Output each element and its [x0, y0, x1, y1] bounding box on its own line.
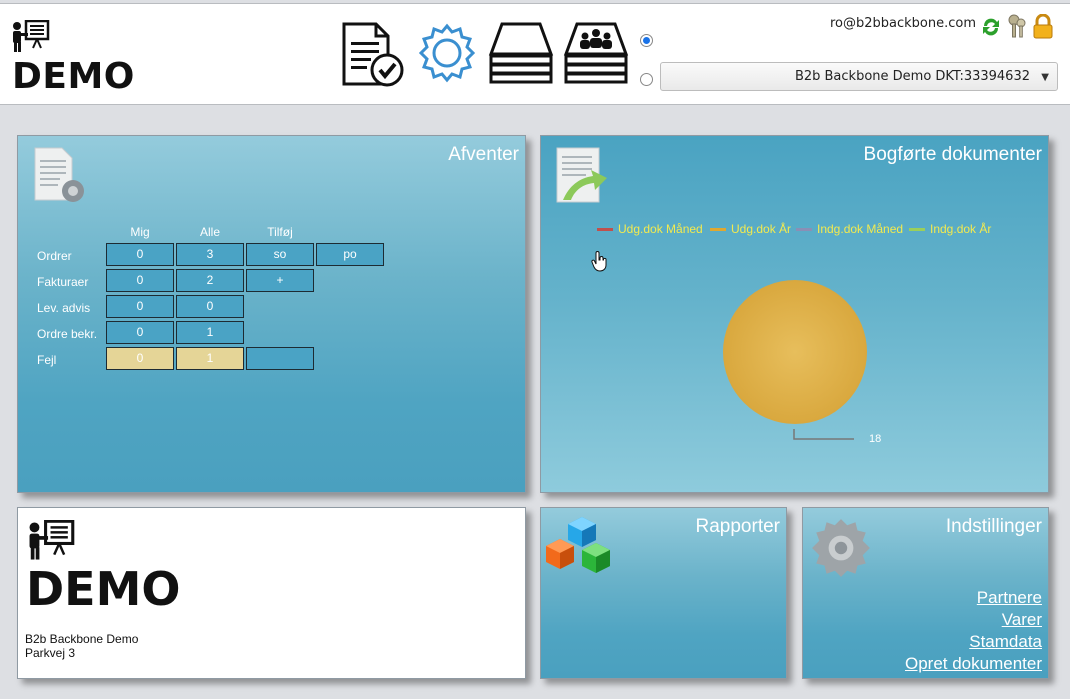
row-label-ordrer: Ordrer	[37, 249, 72, 263]
document-gear-icon	[34, 147, 84, 202]
radio-option-2[interactable]	[640, 73, 653, 86]
legend-indg-aar[interactable]: Indg.dok År	[909, 222, 991, 236]
legend-swatch	[597, 228, 613, 232]
pie-slice[interactable]	[723, 280, 867, 424]
company-name: B2b Backbone Demo	[25, 632, 139, 646]
bogforte-panel: Bogførte dokumenter Udg.dok Måned Udg.do…	[540, 135, 1049, 493]
fakturaer-mig-count[interactable]: 0	[106, 269, 174, 292]
legend-swatch	[710, 228, 726, 232]
legend-label: Udg.dok År	[731, 222, 792, 236]
fakturaer-alle-count[interactable]: 2	[176, 269, 244, 292]
legend-label: Indg.dok År	[930, 222, 992, 236]
indstillinger-title: Indstillinger	[945, 516, 1042, 537]
logo[interactable]: DEMO	[12, 20, 135, 100]
pie-value-label: 18	[869, 433, 882, 445]
add-invoice-button[interactable]: +	[246, 269, 314, 292]
ordre-bekr-alle-count[interactable]: 1	[176, 321, 244, 344]
rapporter-title: Rapporter	[695, 516, 781, 537]
fejl-alle-count[interactable]: 1	[176, 347, 244, 370]
document-arrow-icon	[556, 147, 607, 203]
link-opret-dokumenter[interactable]: Opret dokumenter	[905, 654, 1042, 674]
afventer-panel: Afventer Mig Alle Tilføj Ordrer 0 3 so p…	[17, 135, 526, 493]
value-leader-line	[793, 429, 854, 440]
indstillinger-panel: Indstillinger Partnere Varer Stamdata Op…	[802, 507, 1049, 679]
ordre-bekr-mig-count[interactable]: 0	[106, 321, 174, 344]
legend-udg-maaned[interactable]: Udg.dok Måned	[597, 222, 703, 236]
ordrer-alle-count[interactable]: 3	[176, 243, 244, 266]
company-card: DEMO B2b Backbone Demo Parkvej 3	[17, 507, 526, 679]
column-header-mig: Mig	[130, 225, 150, 239]
column-header-tilfoj: Tilføj	[267, 225, 293, 239]
row-label-fejl: Fejl	[37, 353, 57, 367]
legend-indg-maaned[interactable]: Indg.dok Måned	[796, 222, 903, 236]
cursor-hand-icon	[591, 251, 607, 272]
radio-option-1[interactable]	[640, 34, 653, 47]
link-stamdata[interactable]: Stamdata	[969, 632, 1042, 652]
fejl-add-cell[interactable]	[246, 347, 314, 370]
documents-approve-icon[interactable]	[340, 22, 406, 88]
company-street: Parkvej 3	[25, 646, 76, 660]
gear-icon	[812, 519, 870, 577]
lev-advis-alle-count[interactable]: 0	[176, 295, 244, 318]
column-header-alle: Alle	[199, 225, 220, 239]
fejl-mig-count[interactable]: 0	[106, 347, 174, 370]
cubes-icon	[546, 517, 610, 573]
keys-icon[interactable]	[1006, 14, 1028, 40]
legend-label: Indg.dok Måned	[817, 222, 904, 236]
row-label-fakturaer: Fakturaer	[37, 275, 89, 289]
link-partnere[interactable]: Partnere	[977, 588, 1042, 608]
afventer-title: Afventer	[448, 144, 519, 165]
settings-gear-icon[interactable]	[416, 22, 482, 88]
legend-udg-aar[interactable]: Udg.dok År	[710, 222, 791, 236]
link-varer[interactable]: Varer	[1002, 610, 1042, 630]
top-icons	[980, 13, 1060, 42]
chevron-down-icon: ▼	[1041, 72, 1049, 83]
presenter-icon	[13, 20, 50, 52]
company-address: B2b Backbone Demo Parkvej 3	[25, 632, 138, 660]
lock-icon[interactable]	[1032, 13, 1054, 40]
ordrer-mig-count[interactable]: 0	[106, 243, 174, 266]
bogforte-title: Bogførte dokumenter	[863, 144, 1042, 165]
rapporter-panel[interactable]: Rapporter	[540, 507, 787, 679]
company-select-value: B2b Backbone Demo DKT:33394632	[794, 69, 1030, 84]
legend-swatch	[796, 228, 812, 232]
stack-icon[interactable]	[488, 22, 554, 88]
company-logo-text: DEMO	[26, 562, 181, 616]
presenter-icon	[29, 520, 75, 560]
pie-chart[interactable]	[720, 277, 870, 427]
legend-swatch	[909, 228, 925, 232]
row-label-lev-advis: Lev. advis	[37, 301, 91, 315]
add-sales-order-button[interactable]: so	[246, 243, 314, 266]
header-bar: DEMO ro@b2bbackbone.com B2b Backbone Dem…	[0, 3, 1070, 105]
add-purchase-order-button[interactable]: po	[316, 243, 384, 266]
row-label-ordre-bekr: Ordre bekr.	[37, 327, 98, 341]
legend-label: Udg.dok Måned	[618, 222, 703, 236]
users-stack-icon[interactable]	[563, 22, 629, 88]
company-select[interactable]: B2b Backbone Demo DKT:33394632 ▼	[660, 62, 1058, 91]
logo-text: DEMO	[12, 56, 135, 97]
lev-advis-mig-count[interactable]: 0	[106, 295, 174, 318]
user-email: ro@b2bbackbone.com	[829, 16, 976, 31]
refresh-icon[interactable]	[980, 14, 1002, 40]
